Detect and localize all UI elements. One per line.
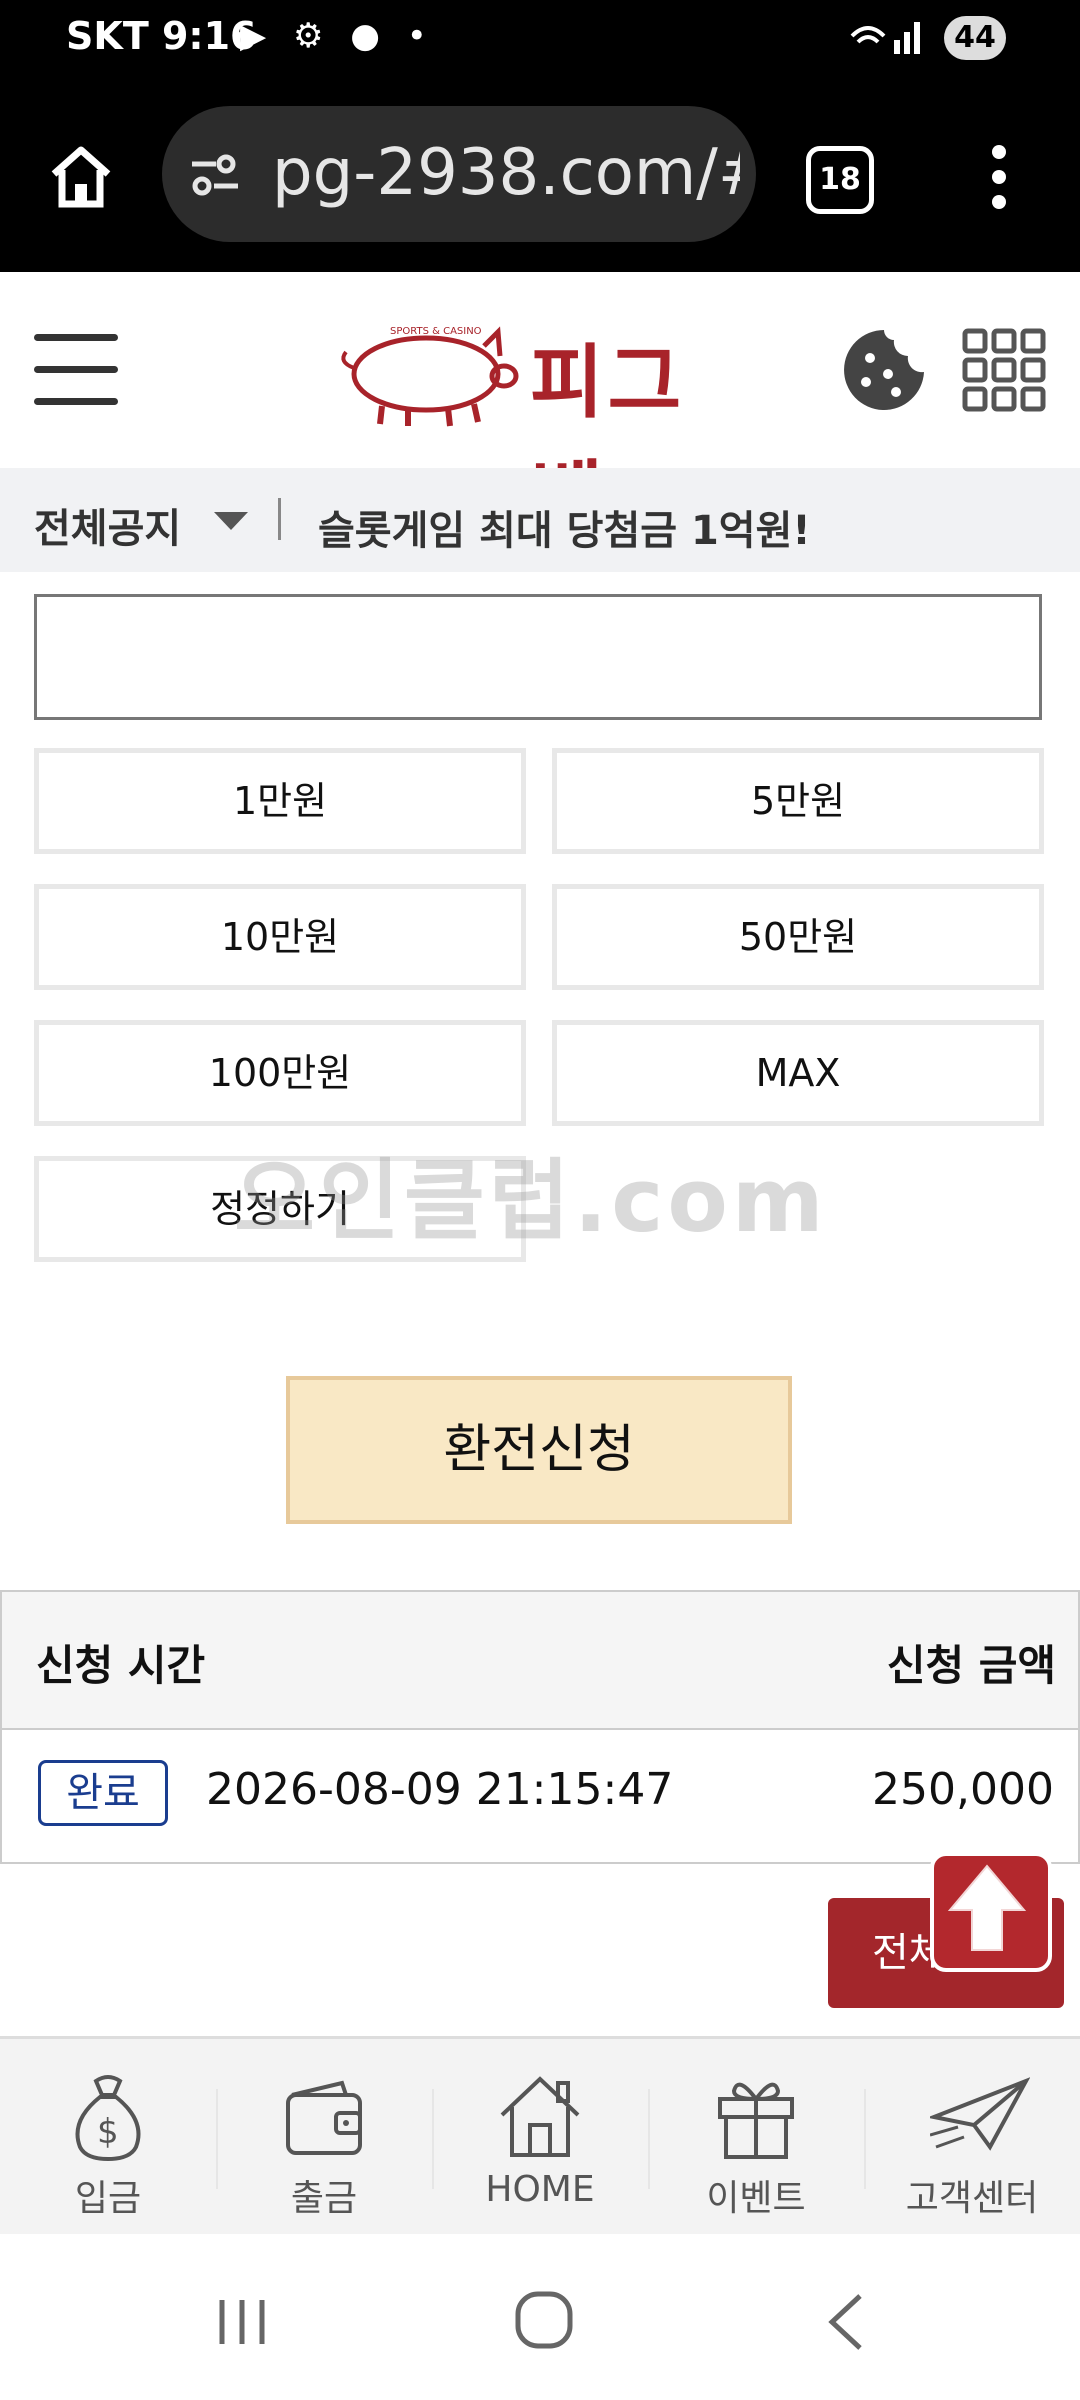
nav-label-home: HOME xyxy=(485,2169,595,2210)
nav-label-withdraw: 출금 xyxy=(290,2178,358,2219)
back-icon[interactable] xyxy=(826,2292,866,2356)
status-time: SKT 9:16 xyxy=(66,14,257,58)
amount-50k-button[interactable]: 5만원 xyxy=(552,748,1044,854)
recent-apps-icon[interactable] xyxy=(214,2294,270,2354)
amount-100k-button[interactable]: 10만원 xyxy=(34,884,526,990)
header-request-amount: 신청 금액 xyxy=(886,1641,1056,1690)
status-bar: SKT 9:16 ▶ ⚙ ● • 44 xyxy=(0,0,1080,80)
signal-icon xyxy=(848,14,928,66)
amount-1m-button[interactable]: 100만원 xyxy=(34,1020,526,1126)
paper-plane-icon xyxy=(930,2077,1030,2151)
battery-indicator: 44 xyxy=(944,16,1006,60)
pig-logo-icon: SPORTS & CASINO xyxy=(341,326,519,427)
browser-toolbar: pg-2938.com/# 18 xyxy=(0,80,1080,272)
nav-home[interactable]: HOME xyxy=(432,2039,648,2237)
wallet-icon xyxy=(286,2080,362,2155)
site-logo[interactable]: SPORTS & CASINO 피그벳 xyxy=(334,312,754,545)
tabs-icon[interactable]: 18 xyxy=(806,146,874,214)
amount-10k-button[interactable]: 1만원 xyxy=(34,748,526,854)
address-bar[interactable]: pg-2938.com/# xyxy=(162,106,756,242)
nav-label-support: 고객센터 xyxy=(905,2178,1039,2219)
notice-divider xyxy=(278,498,281,540)
amount-input[interactable] xyxy=(34,594,1042,720)
nav-deposit[interactable]: $ 입금 xyxy=(0,2039,216,2237)
more-menu-icon[interactable] xyxy=(984,142,1014,212)
nav-event[interactable]: 이벤트 xyxy=(648,2039,864,2237)
home-icon[interactable] xyxy=(46,142,116,212)
watermark: 오인클럽.com xyxy=(234,1149,828,1252)
withdraw-request-button[interactable]: 환전신청 xyxy=(286,1376,792,1524)
row-amount: 250,000 xyxy=(872,1764,1054,1815)
site-header: SPORTS & CASINO 피그벳 xyxy=(0,272,1080,545)
house-icon xyxy=(500,2076,580,2157)
nav-label-event: 이벤트 xyxy=(706,2178,806,2219)
system-nav-bar xyxy=(0,2234,1080,2400)
grid-menu-icon[interactable] xyxy=(962,328,1046,412)
status-badge: 완료 xyxy=(38,1760,168,1826)
home-nav-icon[interactable] xyxy=(514,2290,574,2354)
scroll-top-icon[interactable] xyxy=(930,1852,1052,1972)
amount-500k-button[interactable]: 50만원 xyxy=(552,884,1044,990)
gift-icon xyxy=(718,2082,794,2159)
caret-down-icon[interactable] xyxy=(214,512,248,530)
header-request-time: 신청 시간 xyxy=(36,1641,206,1690)
table-header: 신청 시간 신청 금액 xyxy=(2,1592,1078,1730)
nav-label-deposit: 입금 xyxy=(74,2178,142,2219)
bottom-nav: $ 입금 출금 HOME 이벤트 고객센터 xyxy=(0,2036,1080,2237)
svg-text:SPORTS & CASINO: SPORTS & CASINO xyxy=(390,326,482,337)
nav-support[interactable]: 고객센터 xyxy=(864,2039,1080,2237)
url-text[interactable]: pg-2938.com/# xyxy=(272,136,740,210)
notice-bar: 전체공지 슬롯게임 최대 당첨금 1억원! xyxy=(0,468,1080,572)
nav-withdraw[interactable]: 출금 xyxy=(216,2039,432,2237)
row-time: 2026-08-09 21:15:47 xyxy=(206,1764,674,1815)
hamburger-icon[interactable] xyxy=(34,330,118,410)
amount-max-button[interactable]: MAX xyxy=(552,1020,1044,1126)
notice-label[interactable]: 전체공지 xyxy=(34,496,181,554)
svg-text:$: $ xyxy=(97,2112,119,2152)
notice-text[interactable]: 슬롯게임 최대 당첨금 1억원! xyxy=(318,498,811,556)
history-table: 신청 시간 신청 금액 완료 2026-08-09 21:15:47 250,0… xyxy=(0,1590,1080,1864)
site-info-icon[interactable] xyxy=(188,148,242,202)
money-bag-icon: $ xyxy=(75,2075,141,2161)
cookie-icon[interactable] xyxy=(842,328,926,412)
notification-icons: ▶ ⚙ ● • xyxy=(240,16,435,56)
